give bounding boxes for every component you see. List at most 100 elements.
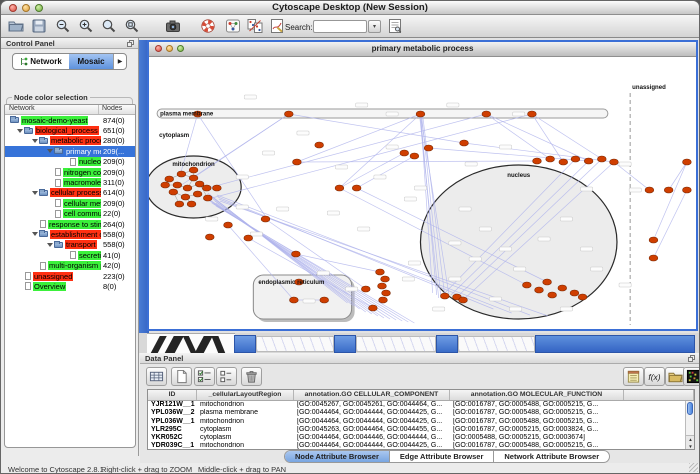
network-node[interactable] [261,216,270,222]
network-node[interactable] [320,297,329,303]
tab-mosaic[interactable]: Mosaic [69,54,113,69]
scrollbar-arrows[interactable]: ▲▼ [686,435,695,449]
tree-row[interactable]: primary metabo209(... [5,146,135,156]
network-node[interactable] [683,159,692,165]
network-node[interactable] [683,187,692,193]
tree-row[interactable]: macromolecule311(0) [5,177,135,187]
network-node[interactable] [460,140,469,146]
tree-row[interactable]: Overview8(0) [5,281,135,291]
table-column-header[interactable]: annotation.GO MOLECULAR_FUNCTION [450,390,624,400]
network-node[interactable] [578,294,587,300]
zoom-selected-icon[interactable] [101,18,119,35]
background-window-thumbnail[interactable] [256,336,334,352]
network-node[interactable] [203,195,212,201]
search-input[interactable] [313,20,367,33]
network-node[interactable] [193,191,202,197]
network-node[interactable] [202,185,211,191]
tree-column-network[interactable]: Network [5,105,99,114]
scrollbar-thumb[interactable] [687,402,693,415]
save-session-icon[interactable] [31,18,49,35]
network-node[interactable] [292,251,301,257]
select-attributes-icon[interactable] [194,367,215,386]
network-node[interactable] [597,156,606,162]
delete-attribute-icon[interactable] [241,367,262,386]
background-window-thumbnail[interactable] [458,336,535,352]
network-node[interactable] [382,290,391,296]
background-window-edge[interactable] [334,335,356,353]
network-node[interactable] [183,185,192,191]
table-row[interactable]: YLR295Ccytoplasm[GO:0045263, GO:0044464,… [148,426,694,434]
network-canvas[interactable]: plasma membranecytoplasmmitochondrionnuc… [149,57,696,329]
tree-row[interactable]: establishment of lo558(0) [5,229,135,239]
tree-row[interactable]: cellular metabo209(0) [5,198,135,208]
tree-column-nodes[interactable]: Nodes [99,105,135,114]
background-window-edge[interactable] [436,335,458,353]
network-node[interactable] [543,279,552,285]
network-node[interactable] [546,156,555,162]
network-node[interactable] [205,234,214,240]
tab-edge-attribute-browser[interactable]: Edge Attribute Browser [390,451,494,462]
network-node[interactable] [381,276,390,282]
notepad-icon[interactable] [623,367,644,386]
tab-network[interactable]: Network [13,54,69,69]
network-node[interactable] [533,158,542,164]
network-node[interactable] [293,159,302,165]
zoom-fit-icon[interactable] [124,18,142,35]
network-node[interactable] [558,285,567,291]
search-options-icon[interactable] [387,18,405,35]
table-row[interactable]: YPL036W__1mitochondrion[GO:0044464, GO:0… [148,418,694,426]
expander-icon[interactable] [17,129,23,133]
background-window-thumbnail[interactable] [147,333,235,353]
table-column-header[interactable]: _cellularLayoutRegion [197,390,294,400]
network-node[interactable] [244,235,253,241]
background-window-thumbnail[interactable] [356,336,436,352]
network-node[interactable] [424,145,433,151]
network-node[interactable] [189,175,198,181]
unselect-attributes-icon[interactable] [216,367,237,386]
network-node[interactable] [315,142,324,148]
background-window-edge[interactable] [234,335,256,353]
tree-row[interactable]: metabolic process280(0) [5,136,135,146]
zoom-in-icon[interactable] [78,18,96,35]
tree-row[interactable]: multi-organism pro42(0) [5,260,135,270]
table-scrollbar[interactable]: ▲▼ [685,401,694,449]
expander-icon[interactable] [32,232,38,236]
tree-row[interactable]: mosaic-demo-yeast874(0) [5,115,135,125]
search-dropdown-arrow[interactable]: ▾ [368,20,381,33]
float-panel-icon[interactable] [688,355,695,362]
network-node[interactable] [284,111,293,117]
network-node[interactable] [369,305,378,311]
network-node[interactable] [584,158,593,164]
network-node[interactable] [352,185,361,191]
network-node[interactable] [528,111,537,117]
tree-row[interactable]: unassigned223(0) [5,271,135,281]
tree-row[interactable]: response to stimul264(0) [5,219,135,229]
import-network-icon[interactable] [247,18,265,35]
network-node[interactable] [649,255,658,261]
attribute-grid-icon[interactable] [146,367,167,386]
network-node[interactable] [213,185,222,191]
tree-row[interactable]: cell communicat22(0) [5,209,135,219]
expander-icon[interactable] [32,191,38,195]
network-node[interactable] [224,222,233,228]
tab-network-attribute-browser[interactable]: Network Attribute Browser [494,451,609,462]
network-window-titlebar[interactable]: primary metabolic process [149,42,696,57]
network-node[interactable] [376,269,385,275]
network-node[interactable] [173,182,182,188]
network-node[interactable] [379,297,388,303]
network-node[interactable] [335,185,344,191]
tab-overflow-arrow[interactable]: ▶ [113,54,126,69]
network-node[interactable] [169,189,178,195]
table-column-header[interactable]: annotation.GO CELLULAR_COMPONENT [294,390,450,400]
expander-icon[interactable] [32,139,38,143]
new-attribute-icon[interactable] [171,367,192,386]
network-node[interactable] [410,153,419,159]
network-node[interactable] [522,282,531,288]
table-row[interactable]: YJR121W__1mitochondrion[GO:0045267, GO:0… [148,401,694,409]
tree-row[interactable]: nucleobase-209(0) [5,157,135,167]
zoom-out-icon[interactable] [55,18,73,35]
tree-row[interactable]: transport558(0) [5,240,135,250]
network-node[interactable] [400,150,409,156]
network-node[interactable] [181,194,190,200]
network-node[interactable] [649,237,658,243]
